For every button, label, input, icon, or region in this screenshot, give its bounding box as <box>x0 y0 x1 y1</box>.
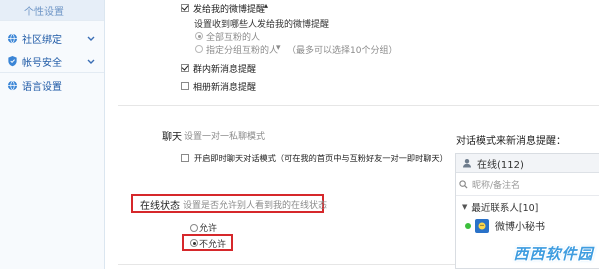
album-message-checkbox[interactable] <box>181 82 189 90</box>
option-all-follow-label: 全部互粉的人 <box>206 33 261 43</box>
shield-icon <box>6 55 18 67</box>
online-status-title: 在线状态 <box>140 201 180 212</box>
online-status-dot <box>465 222 471 229</box>
sidebar-item-label: 语言设置 <box>22 81 62 93</box>
group-message-checkbox[interactable] <box>181 64 189 72</box>
option-group-label: 指定分组互粉的人 <box>206 46 279 56</box>
online-status-desc: 设置是否允许别人看到我的在线状态 <box>183 201 328 211</box>
user-icon <box>462 158 472 168</box>
sidebar: 个性设置 社区绑定 帐号安全 语言设置 <box>0 0 105 269</box>
sidebar-item-label: 帐号安全 <box>22 57 62 69</box>
globe-icon <box>6 79 18 91</box>
group-message-label: 群内新消息提醒 <box>193 65 257 75</box>
caret-down-icon: ▼ <box>462 203 468 211</box>
online-header[interactable]: 在线(112) <box>456 154 599 173</box>
globe-icon <box>6 32 18 44</box>
chat-title: 聊天 <box>162 132 182 143</box>
weibo-reminder-label: 发给我的微博提醒 <box>193 5 266 15</box>
chat-panel-title: 对话模式来新消息提醒： <box>456 136 566 147</box>
option-group-hint: （最多可以选择10个分组） <box>287 46 398 56</box>
instant-chat-checkbox[interactable] <box>181 154 189 162</box>
sidebar-item-label: 个性设置 <box>24 6 64 18</box>
radio-disallow[interactable] <box>190 239 198 247</box>
sidebar-item-account-security[interactable]: 帐号安全 <box>0 51 104 71</box>
sidebar-divider <box>0 72 104 73</box>
sidebar-item-personal-settings[interactable]: 个性设置 <box>0 0 104 20</box>
option-disallow-label: 不允许 <box>199 240 227 250</box>
radio-allow[interactable] <box>190 224 198 232</box>
sidebar-item-label: 社区绑定 <box>22 34 62 46</box>
option-allow-label: 允许 <box>199 224 218 234</box>
instant-chat-label: 开启即时聊天对话模式（可在我的首页中与互粉好友一对一即时聊天） <box>194 153 448 163</box>
radio-group-follow[interactable] <box>195 45 203 53</box>
search-placeholder: 昵称/备注名 <box>472 180 521 191</box>
weibo-reminder-desc: 设置收到哪些人发给我的微博提醒 <box>194 20 330 30</box>
avatar <box>475 218 489 233</box>
chevron-down-icon[interactable] <box>87 34 95 45</box>
recent-contacts-label: 最近联系人[10] <box>471 203 539 214</box>
radio-all-follow[interactable] <box>195 32 203 40</box>
chevron-down-icon[interactable] <box>87 57 95 68</box>
album-message-label: 相册新消息提醒 <box>193 83 257 93</box>
sidebar-item-language-settings[interactable]: 语言设置 <box>0 75 104 95</box>
contact-name: 微博小秘书 <box>495 222 545 233</box>
weibo-reminder-checkbox[interactable] <box>181 4 189 12</box>
section-divider <box>118 105 599 106</box>
recent-contacts-group[interactable]: ▼ 最近联系人[10] <box>462 200 538 214</box>
watermark-text: 西西软件园 <box>513 245 594 263</box>
panel-divider <box>456 195 599 196</box>
contact-search-input[interactable]: 昵称/备注名 <box>459 176 596 192</box>
chat-desc: 设置一对一私聊模式 <box>184 132 266 142</box>
search-icon <box>459 179 468 189</box>
online-count-label: 在线(112) <box>477 159 524 171</box>
contact-item[interactable]: 微博小秘书 <box>465 218 545 233</box>
watermark-logo: 西西软件园 <box>508 238 599 269</box>
sidebar-divider <box>0 20 104 21</box>
chevron-down-icon[interactable]: ▾ <box>276 43 281 53</box>
sidebar-item-community-binding[interactable]: 社区绑定 <box>0 28 104 48</box>
chevron-up-icon[interactable]: ▴ <box>264 1 268 10</box>
